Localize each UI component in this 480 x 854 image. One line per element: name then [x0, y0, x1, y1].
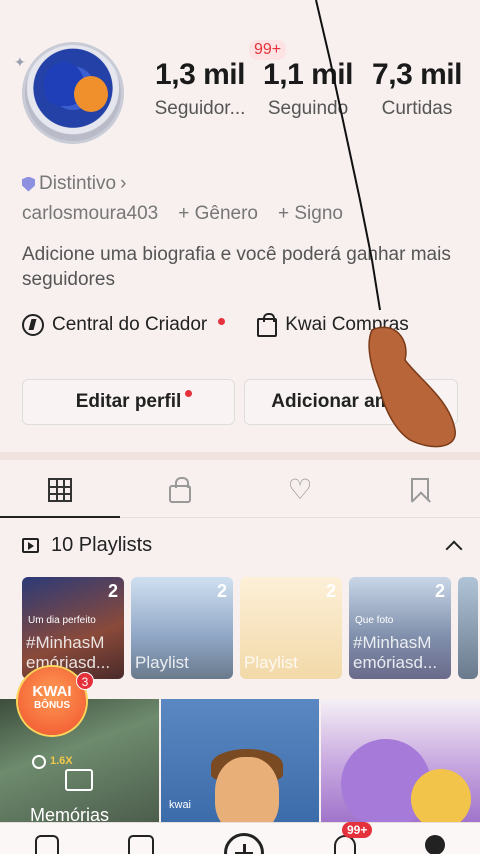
playlists-count: 10 Playlists [51, 534, 153, 556]
shield-icon [22, 176, 35, 192]
followers-stat[interactable]: 1,3 mil Seguidor... [148, 58, 252, 120]
profile-meta-row: carlosmoura403 + Gênero + Signo [22, 203, 343, 225]
chevron-right-icon: › [120, 173, 127, 194]
lock-icon [169, 476, 191, 503]
sparkle-icon: ✦ [14, 54, 26, 70]
home-icon[interactable] [34, 835, 59, 854]
bio-prompt[interactable]: Adicione uma biografia e você poderá gan… [22, 242, 462, 292]
kwai-bonus-line1: KWAI [32, 683, 72, 700]
tab-private[interactable] [120, 462, 240, 517]
playlist-carousel[interactable]: 2 Um dia perfeito #MinhasM emóriasd... 2… [22, 577, 478, 679]
video-thumbnail[interactable]: kwai [161, 699, 319, 829]
playlist-video-count: 2 [325, 581, 336, 601]
add-gender-link[interactable]: + Gênero [178, 203, 258, 225]
playlist-subtitle: Um dia perfeito [28, 615, 96, 626]
followers-label: Seguidor... [154, 98, 246, 119]
bottom-navigation [0, 822, 480, 854]
playlist-card-partial[interactable] [458, 577, 478, 679]
following-count: 1,1 mil [263, 58, 353, 91]
shopping-bag-icon [257, 312, 278, 337]
playlist-title: Playlist [135, 653, 189, 672]
playlist-title: #MinhasM emóriasd... [26, 633, 111, 672]
likes-label: Curtidas [381, 98, 453, 119]
kwai-watermark: kwai [169, 799, 192, 811]
kwai-bonus-line2: BÔNUS [33, 700, 71, 711]
avatar-character-tails [74, 76, 108, 112]
likes-stat[interactable]: 7,3 mil Curtidas [360, 58, 474, 120]
followers-count: 1,3 mil [155, 58, 245, 91]
content-tabs: ♡ [0, 462, 480, 518]
video-thumbnail[interactable] [321, 699, 480, 829]
heart-icon: ♡ [287, 473, 313, 505]
profile-stats: 1,3 mil Seguidor... 1,1 mil Seguindo 7,3… [146, 58, 476, 138]
username: carlosmoura403 [22, 203, 159, 224]
playlist-card[interactable]: 2 Playlist [131, 577, 233, 679]
add-friends-label: Adicionar amigos [271, 391, 431, 412]
section-divider [0, 452, 480, 460]
following-stat[interactable]: 1,1 mil Seguindo [256, 58, 360, 120]
bookmark-icon [411, 477, 429, 502]
likes-count: 7,3 mil [372, 58, 462, 91]
kwai-bonus-badge: 3 [76, 672, 94, 690]
multiplier-label: 1.6X [50, 755, 73, 767]
following-label: Seguindo [267, 98, 349, 119]
character-face [215, 757, 279, 829]
kwai-shop-link[interactable]: Kwai Compras [257, 312, 409, 337]
notification-dot [218, 317, 226, 325]
playlist-card[interactable]: 2 Um dia perfeito #MinhasM emóriasd... [22, 577, 124, 679]
profile-links: Central do Criador Kwai Compras [22, 312, 409, 337]
edit-profile-button[interactable]: Editar perfil [22, 379, 235, 425]
tab-saved[interactable] [360, 462, 480, 517]
creator-center-icon [22, 314, 44, 336]
coin-icon [32, 755, 46, 769]
tab-posts[interactable] [0, 462, 120, 518]
playlist-video-count: 2 [107, 581, 118, 601]
badge-link[interactable]: Distintivo › [22, 173, 126, 195]
playlist-title: #MinhasM emóriasd... [353, 633, 438, 672]
creator-center-link[interactable]: Central do Criador [22, 314, 226, 336]
playlist-video-count: 2 [216, 581, 227, 601]
tab-liked[interactable]: ♡ [240, 462, 360, 517]
avatar[interactable]: ✦ [14, 36, 132, 154]
playlist-subtitle: Que foto [355, 615, 394, 626]
chevron-up-icon[interactable] [445, 540, 463, 557]
badge-label: Distintivo [39, 173, 117, 194]
playlist-icon [22, 538, 39, 553]
grid-icon [48, 477, 72, 502]
playlist-title: Playlist [244, 653, 298, 672]
discover-icon[interactable] [128, 835, 155, 854]
playlist-card[interactable]: 2 Playlist [240, 577, 342, 679]
add-sign-link[interactable]: + Signo [278, 203, 343, 225]
playlists-header[interactable]: 10 Playlists [22, 534, 463, 557]
edit-profile-label: Editar perfil [75, 391, 182, 412]
add-friends-button[interactable]: Adicionar amigos [244, 379, 458, 425]
playlist-card[interactable]: 2 Que foto #MinhasM emóriasd... [349, 577, 451, 679]
add-icon[interactable] [223, 833, 264, 854]
following-notification-badge: 99+ [249, 40, 287, 60]
kwai-shop-label: Kwai Compras [285, 314, 409, 335]
notification-dot [185, 390, 192, 397]
creator-center-label: Central do Criador [52, 314, 208, 335]
memories-icon [65, 769, 93, 791]
playlist-video-count: 2 [434, 581, 445, 601]
profile-icon[interactable] [425, 835, 446, 854]
inbox-notification-badge: 99+ [342, 822, 373, 838]
character-dog [411, 769, 471, 829]
